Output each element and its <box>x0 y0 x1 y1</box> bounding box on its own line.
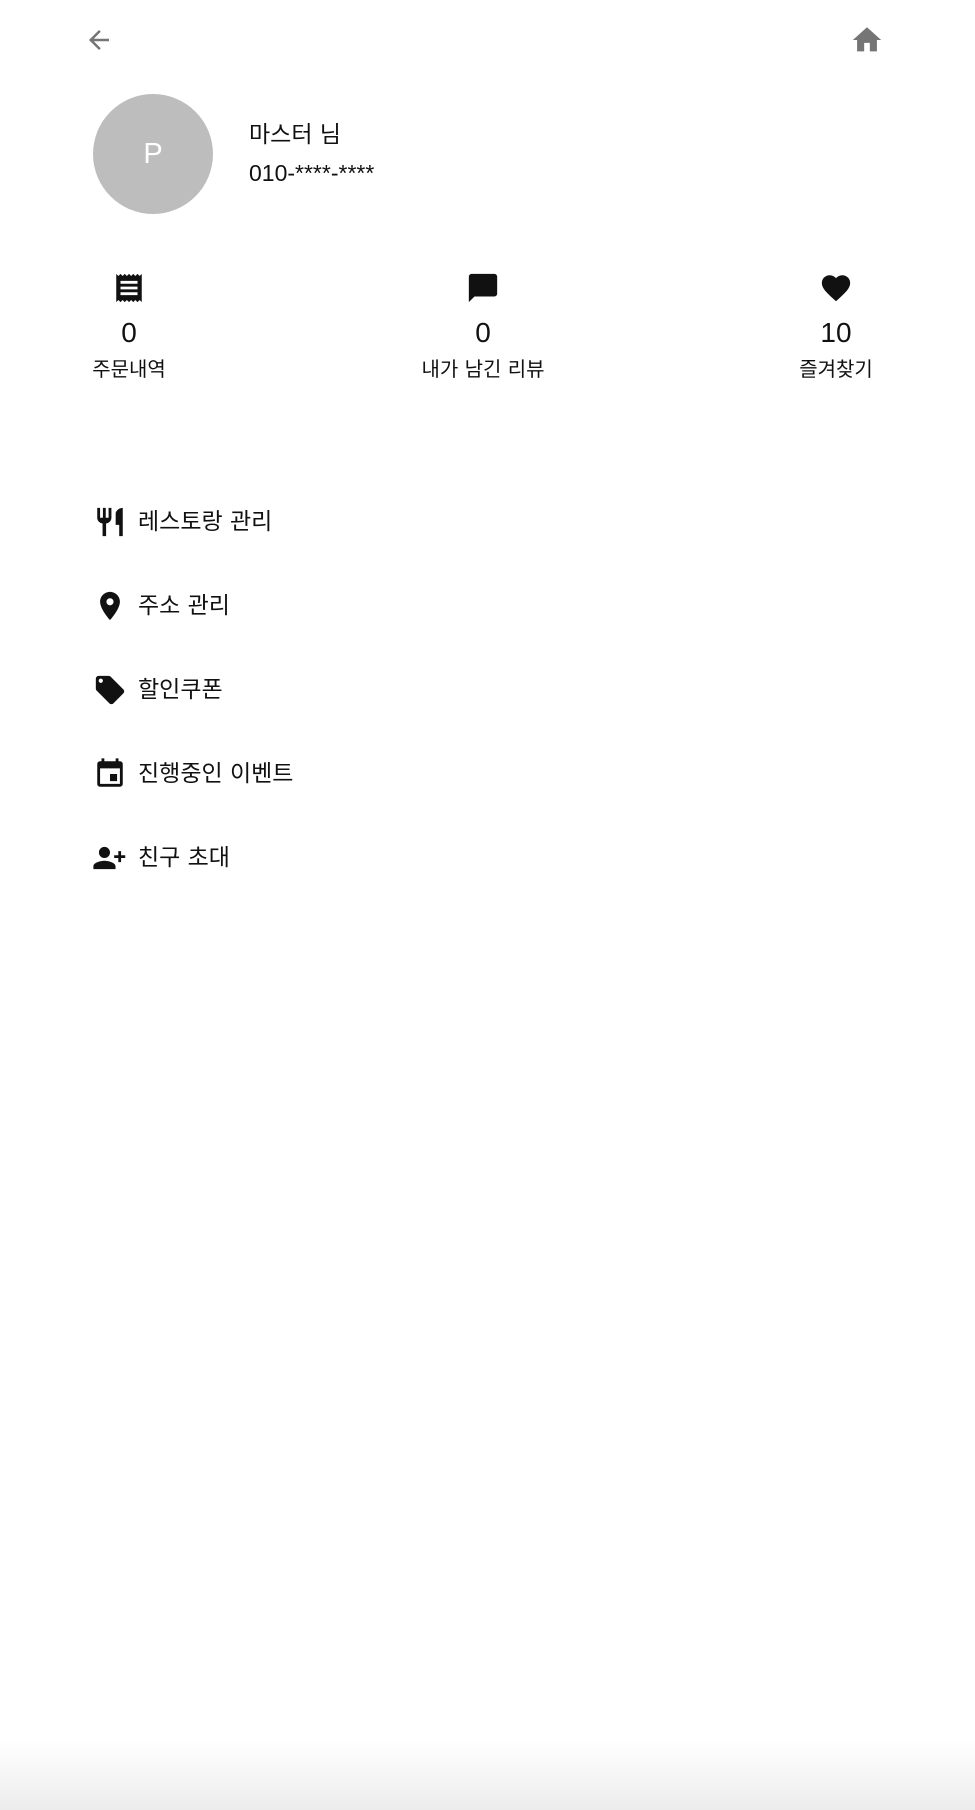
bottom-shadow <box>0 1740 975 1810</box>
top-bar <box>0 0 975 80</box>
profile-section: P 마스터 님 010-****-**** <box>93 94 374 214</box>
menu-list: 레스토랑 관리 주소 관리 할인쿠폰 진행중인 이벤트 친구 초대 <box>92 480 892 900</box>
avatar[interactable]: P <box>93 94 213 214</box>
menu-label-coupon: 할인쿠폰 <box>138 677 223 703</box>
home-button[interactable] <box>845 18 889 62</box>
menu-item-events[interactable]: 진행중인 이벤트 <box>92 732 892 816</box>
heart-icon <box>818 270 854 306</box>
arrow-left-icon <box>89 30 109 50</box>
calendar-event-icon <box>92 756 128 792</box>
orders-count: 0 <box>121 317 137 348</box>
back-button[interactable] <box>77 18 121 62</box>
profile-info: 마스터 님 010-****-**** <box>249 121 374 187</box>
menu-label-events: 진행중인 이벤트 <box>138 761 294 787</box>
stat-orders[interactable]: 0 주문내역 <box>44 270 214 382</box>
menu-item-invite[interactable]: 친구 초대 <box>92 816 892 900</box>
avatar-initial: P <box>143 137 163 170</box>
location-pin-icon <box>92 588 128 624</box>
orders-label: 주문내역 <box>92 357 166 381</box>
favorites-label: 즐겨찾기 <box>799 357 873 381</box>
menu-item-restaurant[interactable]: 레스토랑 관리 <box>92 480 892 564</box>
menu-label-address: 주소 관리 <box>138 593 230 619</box>
menu-label-invite: 친구 초대 <box>138 845 230 871</box>
receipt-icon <box>111 270 147 306</box>
favorites-count: 10 <box>820 317 852 348</box>
restaurant-icon <box>92 504 128 540</box>
reviews-label: 내가 남긴 리뷰 <box>421 357 545 381</box>
home-icon <box>852 27 882 52</box>
menu-label-restaurant: 레스토랑 관리 <box>138 509 273 535</box>
menu-item-coupon[interactable]: 할인쿠폰 <box>92 648 892 732</box>
stat-reviews[interactable]: 0 내가 남긴 리뷰 <box>398 270 568 382</box>
chat-icon <box>465 270 501 306</box>
stat-favorites[interactable]: 10 즐겨찾기 <box>751 270 921 382</box>
user-phone: 010-****-**** <box>249 160 375 186</box>
menu-item-address[interactable]: 주소 관리 <box>92 564 892 648</box>
tag-icon <box>92 672 128 708</box>
reviews-count: 0 <box>475 317 491 348</box>
user-name: 마스터 님 <box>249 122 341 148</box>
person-add-icon <box>92 840 128 876</box>
